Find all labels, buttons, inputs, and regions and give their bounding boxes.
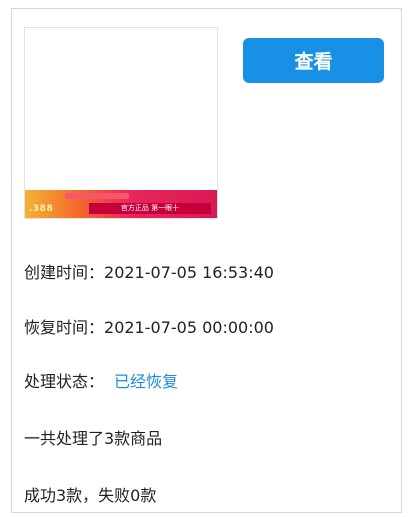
banner-slogan: 官方正品 第一眼十 xyxy=(89,203,211,214)
total-processed-text: 一共处理了3款商品 xyxy=(24,429,163,448)
created-time-value: 2021-07-05 16:53:40 xyxy=(104,263,274,282)
status-label: 处理状态： xyxy=(24,372,105,391)
promo-banner: .388 官方正品 第一眼十 xyxy=(25,190,217,218)
restored-time-value: 2021-07-05 00:00:00 xyxy=(104,318,274,337)
status-row: 处理状态： 已经恢复 xyxy=(24,368,178,392)
status-value: 已经恢复 xyxy=(114,372,179,391)
banner-price: .388 xyxy=(29,204,54,214)
product-thumbnail[interactable]: .388 官方正品 第一眼十 xyxy=(24,27,218,219)
banner-strip xyxy=(65,193,129,199)
restored-time-label: 恢复时间： xyxy=(24,318,105,337)
view-button[interactable]: 查看 xyxy=(243,38,384,83)
created-time-row: 创建时间：2021-07-05 16:53:40 xyxy=(24,259,274,283)
result-summary-text: 成功3款，失败0款 xyxy=(24,486,157,505)
restored-time-row: 恢复时间：2021-07-05 00:00:00 xyxy=(24,314,274,338)
created-time-label: 创建时间： xyxy=(24,263,105,282)
record-card: .388 官方正品 第一眼十 查看 创建时间：2021-07-05 16:53:… xyxy=(11,8,402,513)
